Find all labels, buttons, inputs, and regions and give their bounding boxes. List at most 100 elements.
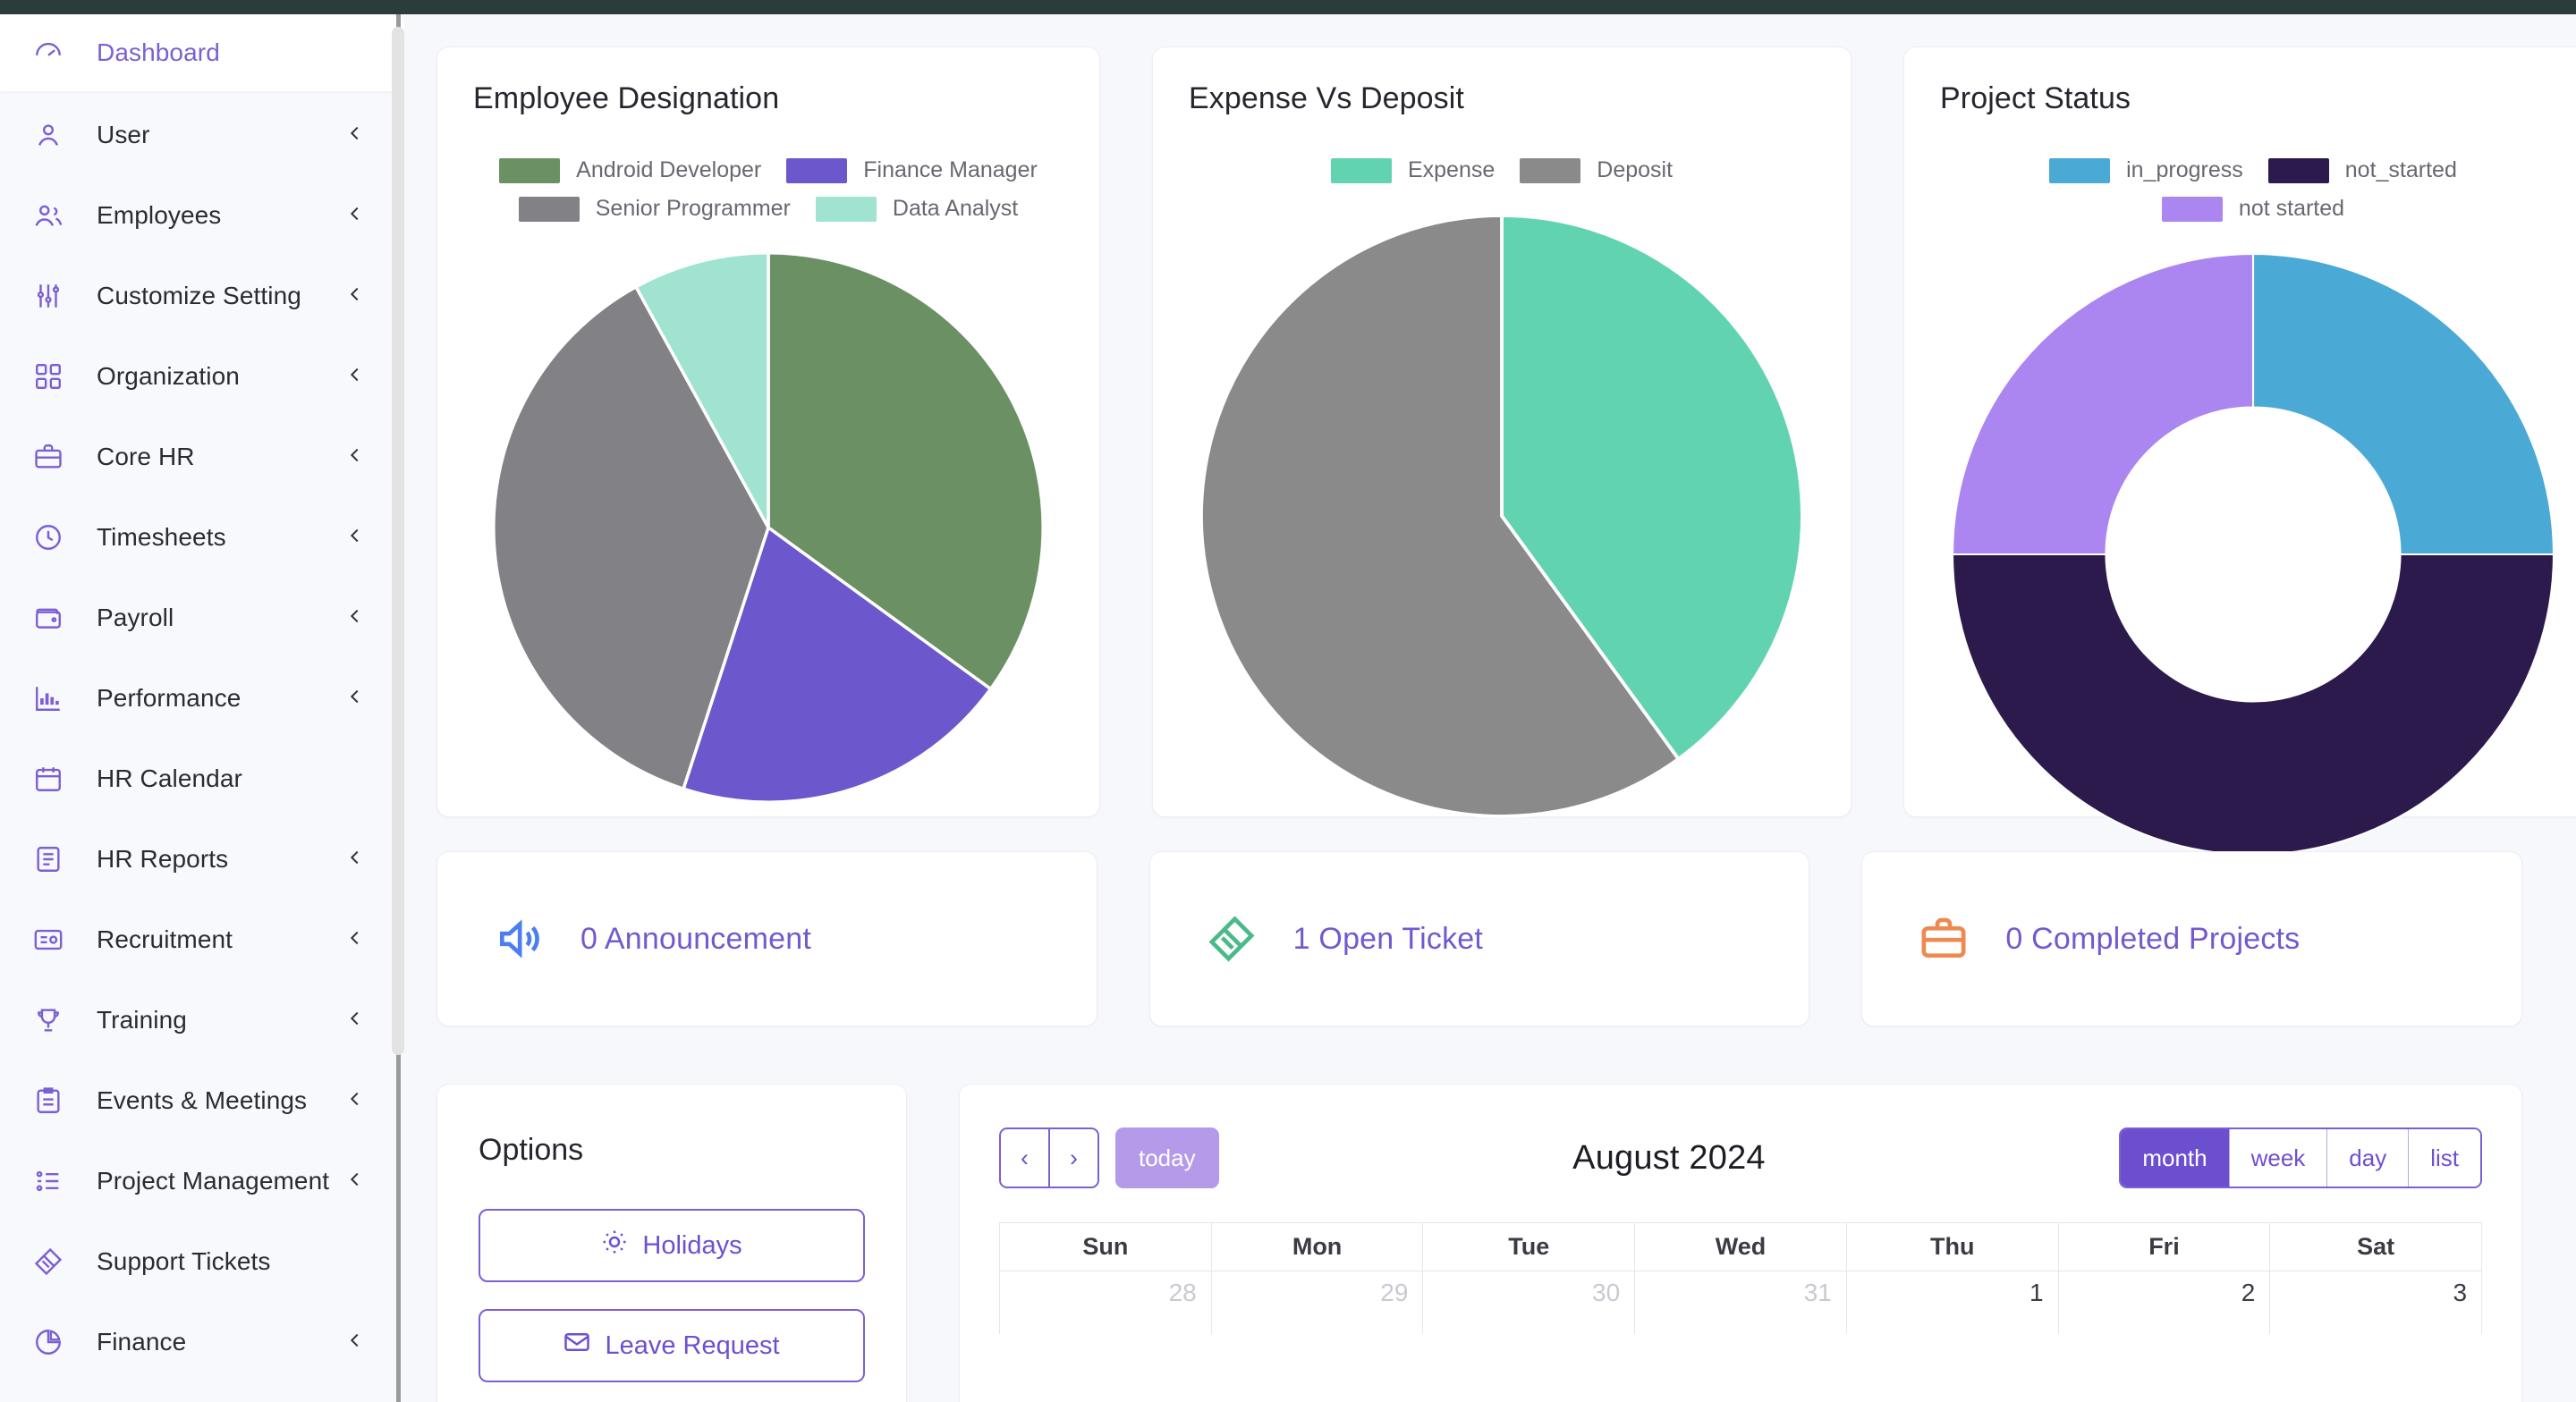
sidebar-item-label: Organization [97,362,240,390]
sidebar-item-performance[interactable]: Performance [0,658,404,739]
calendar-header-row: Sun Mon Tue Wed Thu Fri Sat [1000,1223,2482,1271]
stat-card[interactable]: 0 Announcement [436,851,1097,1026]
stat-label: 1 Open Ticket [1292,921,1484,956]
calendar-view-day[interactable]: day [2326,1129,2409,1187]
sidebar-item-label: Finance [97,1328,187,1356]
sidebar-item-payroll[interactable]: Payroll [0,578,404,658]
chevron-left-icon [345,204,365,227]
calendar-date-cell[interactable]: 28 [1000,1271,1212,1334]
legend-item[interactable]: Expense [1330,157,1495,183]
calendar-grid: Sun Mon Tue Wed Thu Fri Sat 28 29 30 31 1 2 3 [999,1222,2482,1334]
speaker-icon [493,913,545,965]
sidebar-item-timesheets[interactable]: Timesheets [0,497,404,578]
calendar-prev-button[interactable]: ‹ [999,1128,1049,1188]
pie-slice[interactable] [2251,252,2555,556]
sidebar-item-core-hr[interactable]: Core HR [0,417,404,497]
calendar-day-header: Mon [1211,1223,1424,1271]
calendar-nav-group: ‹ › [999,1128,1099,1188]
sidebar-item-label: Project Management [97,1167,330,1195]
sidebar: Dashboard User Employees Customize Setting O… [0,14,404,1402]
sidebar-item-customize-setting[interactable]: Customize Setting [0,256,404,336]
calendar-date-cell[interactable]: 31 [1635,1271,1847,1334]
grid-icon [29,357,68,396]
legend-swatch [1330,157,1392,183]
sidebar-scrollbar-thumb[interactable] [392,27,404,1055]
stat-card[interactable]: 1 Open Ticket [1148,851,1810,1026]
sidebar-item-recruitment[interactable]: Recruitment [0,899,404,980]
sidebar-item-label: User [97,121,150,148]
legend-item[interactable]: in_progress [2049,157,2243,183]
calendar-date-cell[interactable]: 1 [1847,1271,2059,1334]
legend-swatch [499,157,561,183]
holidays-button[interactable]: Holidays [479,1209,865,1282]
legend-swatch [1520,157,1581,183]
calendar-date-cell[interactable]: 29 [1212,1271,1424,1334]
legend-item[interactable]: not started [2161,196,2345,222]
pie-slice[interactable] [1951,252,2255,556]
sidebar-item-hr-reports[interactable]: HR Reports [0,819,404,899]
chart-title: Expense Vs Deposit [1189,81,1464,115]
briefcase-icon [1918,913,1970,965]
chevron-left-icon [345,123,365,147]
chart-legend: in_progress not_startednot started [1940,157,2566,234]
legend-swatch [786,157,848,183]
legend-item[interactable]: Senior Programmer [518,196,791,222]
top-bar [0,0,2576,14]
pie-chart-icon [29,1322,68,1362]
sidebar-item-finance[interactable]: Finance [0,1302,404,1382]
calendar-date-cell[interactable]: 3 [2270,1271,2481,1334]
sidebar-item-user[interactable]: User [0,95,404,175]
calendar-next-button[interactable]: › [1049,1128,1099,1188]
legend-swatch [518,196,580,222]
legend-item[interactable]: Finance Manager [786,157,1038,183]
sidebar-item-employees[interactable]: Employees [0,175,404,256]
sidebar-item-label: Customize Setting [97,282,301,309]
chevron-left-icon [345,1009,365,1032]
calendar-view-list[interactable]: list [2408,1129,2480,1187]
stat-card[interactable]: 0 Completed Projects [1861,851,2523,1026]
chevron-left-icon [345,687,365,710]
sidebar-item-organization[interactable]: Organization [0,336,404,417]
chevron-left-icon [345,284,365,308]
legend-swatch [815,196,877,222]
calendar-today-button[interactable]: today [1115,1128,1219,1188]
sidebar-item-label: Core HR [97,443,195,470]
sidebar-item-dashboard[interactable]: Dashboard [0,14,404,91]
legend-item[interactable]: not_started [2267,157,2457,183]
clock-icon [29,518,68,557]
sidebar-item-label: Recruitment [97,925,233,953]
calendar-date-cell[interactable]: 30 [1423,1271,1636,1334]
calendar-view-month[interactable]: month [2121,1129,2229,1187]
envelope-icon [564,1329,590,1363]
sidebar-item-training[interactable]: Training [0,980,404,1060]
sidebar-item-project-management[interactable]: Project Management [0,1141,404,1221]
legend-label: not started [2238,196,2345,221]
calendar-view-week[interactable]: week [2228,1129,2327,1187]
calendar-day-header: Wed [1635,1223,1847,1271]
calendar-date-cell[interactable]: 2 [2059,1271,2271,1334]
leave-request-button[interactable]: Leave Request [479,1309,865,1382]
calendar-day-header: Sun [1000,1223,1212,1271]
sidebar-item-events-meetings[interactable]: Events & Meetings [0,1060,404,1141]
chart-title: Project Status [1940,81,2131,115]
employee-designation-card: Employee Designation Android Developer Fi… [436,46,1100,817]
sun-icon [601,1229,628,1263]
calendar-day-header: Sat [2270,1223,2482,1271]
legend-item[interactable]: Data Analyst [815,196,1018,222]
chevron-left-icon [345,445,365,469]
stat-label: 0 Completed Projects [2005,921,2301,956]
chevron-left-icon [345,1330,365,1354]
sidebar-scrollbar[interactable] [392,14,404,1402]
calendar-card: ‹ › today August 2024 month week day list S… [959,1084,2522,1402]
legend-item[interactable]: Android Developer [499,157,761,183]
sidebar-item-support-tickets[interactable]: Support Tickets [0,1221,404,1302]
legend-item[interactable]: Deposit [1520,157,1673,183]
user-icon [29,115,68,155]
users-icon [29,196,68,235]
sidebar-item-label: HR Reports [97,845,229,873]
sidebar-item-label: Dashboard [97,38,220,66]
sidebar-item-hr-calendar[interactable]: HR Calendar [0,739,404,819]
pie-slice[interactable] [1951,553,2555,857]
chart-legend: Expense Deposit [1189,157,1815,196]
legend-label: Deposit [1597,157,1674,182]
